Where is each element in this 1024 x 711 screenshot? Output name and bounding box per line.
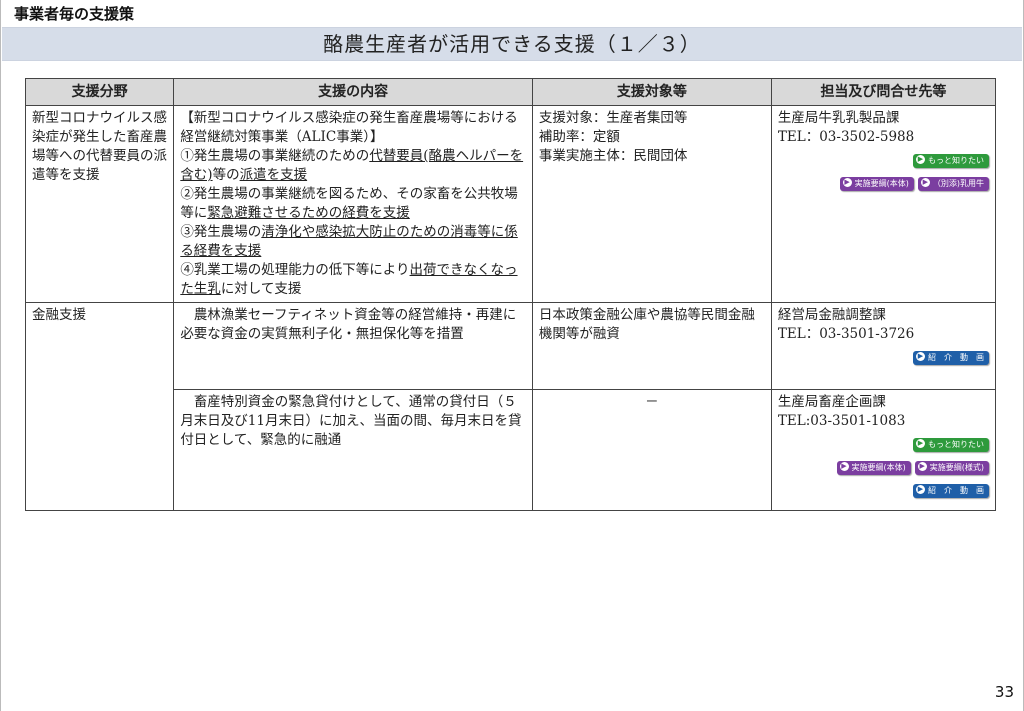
header-field: 支援分野: [24, 78, 175, 106]
arrow-right-circle-icon: ▶: [920, 177, 930, 187]
intro-video-label: 紹 介 動 画: [928, 352, 984, 362]
row2-content: 農林漁業セーフティネット資金等の経営維持・再建に必要な資金の実質無利子化・無担保…: [173, 302, 533, 390]
arrow-right-circle-icon: ▶: [917, 461, 927, 471]
row1-target: 支援対象：生産者集団等 補助率：定額 事業実施主体：民間団体: [531, 105, 772, 303]
row3-content: 畜産特別資金の緊急貸付けとして、通常の貸付日（５月末日及び11月末日）に加え、当…: [173, 389, 533, 511]
guideline-form-label: 実施要綱(様式): [929, 462, 984, 472]
page-title: 酪農生産者が活用できる支援（１／３）: [2, 27, 1022, 61]
intro-video-label: 紹 介 動 画: [928, 485, 984, 495]
row1-item2: ②発生農場の事業継続を図るため、その家畜を公共牧場等に緊急避難させるための経費を…: [180, 185, 526, 223]
row2-contact-dept: 経営局金融調整課: [777, 307, 886, 323]
row1-target-line2: 補助率：定額: [538, 129, 620, 145]
more-info-button[interactable]: ▶ もっと知りたい: [913, 437, 989, 452]
more-info-label: もっと知りたい: [928, 439, 984, 449]
row1-item4-text: ④乳業工場の処理能力の低下等により: [180, 262, 410, 278]
arrow-right-circle-icon: ▶: [916, 484, 925, 494]
section-label: 事業者毎の支援策: [14, 5, 135, 23]
frame-left-border: [0, 0, 1, 711]
header-content: 支援の内容: [173, 78, 533, 106]
row1-field: 新型コロナウイルス感染症が発生した畜産農場等への代替要員の派遣等を支援: [24, 105, 175, 303]
arrow-right-circle-icon: ▶: [842, 177, 852, 187]
row1-contact: 生産局牛乳乳製品課 TEL：03-3502-5988 ▶ もっと知りたい ▶ 実施要…: [770, 105, 997, 303]
row2-contact: 経営局金融調整課 TEL：03-3501-3726 ▶ 紹 介 動 画: [770, 302, 997, 390]
row3-contact-tel: TEL:03-3501-1083: [777, 413, 906, 429]
row1-item1: ①発生農場の事業継続のための代替要員(酪農ヘルパーを含む)等の派遣を支援: [180, 147, 526, 185]
row1-content: 【新型コロナウイルス感染症の発生畜産農場等における経営継続対策事業（ALIC事業…: [173, 105, 533, 303]
page-number: 33: [994, 683, 1014, 701]
row1-contact-tel: TEL：03-3502-5988: [777, 129, 915, 145]
table-row: 金融支援 農林漁業セーフティネット資金等の経営維持・再建に必要な資金の実質無利子…: [24, 302, 997, 511]
row1-item1-text: ①発生農場の事業継続のための: [180, 148, 370, 164]
row1-item4-text2: に対して支援: [220, 281, 302, 297]
row1-content-heading: 【新型コロナウイルス感染症の発生畜産農場等における経営継続対策事業（ALIC事業…: [180, 110, 518, 145]
guideline-form-button[interactable]: ▶ 実施要綱(様式): [914, 460, 989, 475]
row1-target-line1: 支援対象：生産者集団等: [538, 110, 688, 126]
guideline-main-label: 実施要綱(本体): [854, 178, 909, 188]
row1-item3-text: ③発生農場の: [180, 224, 262, 240]
row1-item3: ③発生農場の清浄化や感染拡大防止のための消毒等に係る経費を支援: [180, 223, 526, 261]
more-info-button[interactable]: ▶ もっと知りたい: [913, 153, 989, 168]
row3-contact-dept: 生産局畜産企画課: [777, 394, 886, 410]
intro-video-button[interactable]: ▶ 紹 介 動 画: [913, 483, 989, 498]
row1-contact-dept: 生産局牛乳乳製品課: [777, 110, 900, 126]
row3-target: －: [531, 389, 772, 511]
more-info-label: もっと知りたい: [928, 155, 984, 165]
guideline-dairy-cattle-button[interactable]: ▶ （別添)乳用牛: [917, 176, 989, 191]
row1-item1-text2: 等の: [212, 167, 240, 183]
row1-item2-underlined: 緊急避難させるための経費を支援: [207, 205, 410, 221]
guideline-main-button[interactable]: ▶ 実施要綱(本体): [839, 176, 914, 191]
row2-field: 金融支援: [24, 302, 175, 511]
row1-target-line3: 事業実施主体：民間団体: [538, 148, 688, 164]
row3-contact: 生産局畜産企画課 TEL:03-3501-1083 ▶ もっと知りたい ▶ 実施要綱…: [770, 389, 997, 511]
header-contact: 担当及び問合せ先等: [770, 78, 997, 106]
table-row: 新型コロナウイルス感染症が発生した畜産農場等への代替要員の派遣等を支援 【新型コ…: [24, 105, 997, 303]
intro-video-button[interactable]: ▶ 紹 介 動 画: [913, 350, 989, 365]
arrow-right-circle-icon: ▶: [839, 461, 849, 471]
row2-target: 日本政策金融公庫や農協等民間金融機関等が融資: [531, 302, 772, 390]
arrow-right-circle-icon: ▶: [916, 438, 925, 448]
table-header-row: 支援分野 支援の内容 支援対象等 担当及び問合せ先等: [24, 78, 997, 106]
arrow-right-circle-icon: ▶: [916, 154, 925, 164]
guideline-main-button[interactable]: ▶ 実施要綱(本体): [836, 460, 911, 475]
row1-item4: ④乳業工場の処理能力の低下等により出荷できなくなった生乳に対して支援: [180, 261, 526, 299]
row2-contact-tel: TEL：03-3501-3726: [777, 326, 915, 342]
guideline-dairy-cattle-label: （別添)乳用牛: [932, 178, 984, 188]
arrow-right-circle-icon: ▶: [916, 351, 925, 361]
support-table: 支援分野 支援の内容 支援対象等 担当及び問合せ先等 新型コロナウイルス感染症が…: [24, 78, 997, 511]
guideline-main-label: 実施要綱(本体): [851, 462, 906, 472]
header-target: 支援対象等: [531, 78, 772, 106]
row1-item1-underlined2: 派遣を支援: [239, 167, 308, 183]
